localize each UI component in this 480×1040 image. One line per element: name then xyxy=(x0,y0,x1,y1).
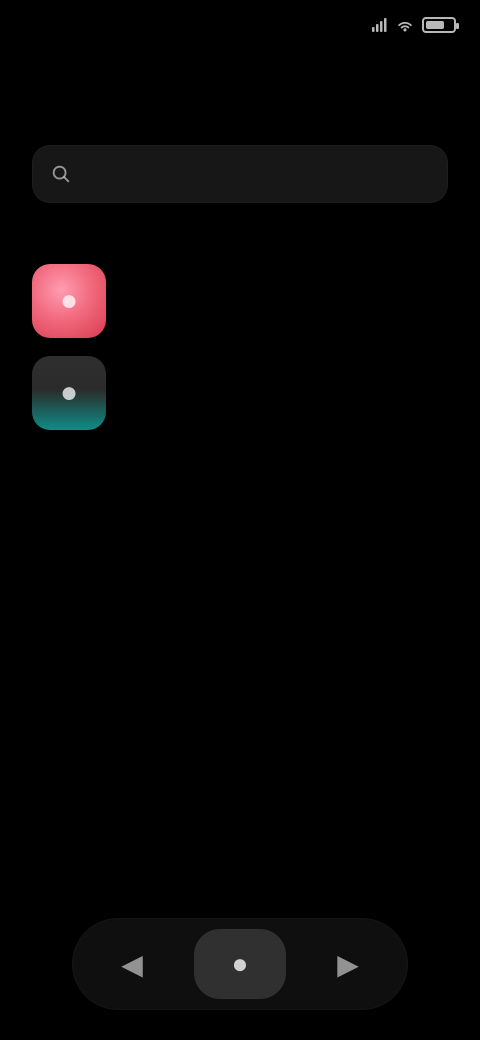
search-input[interactable] xyxy=(84,144,430,204)
list-item[interactable]: ● xyxy=(28,347,452,439)
nav-home-button[interactable]: ● xyxy=(194,929,286,999)
bottom-navigation: ◀ ● ▶ xyxy=(72,918,408,1010)
app-glyph-icon: ● xyxy=(59,376,79,409)
home-nav-icon: ● xyxy=(231,948,249,979)
status-icons xyxy=(370,16,459,34)
search-bar[interactable] xyxy=(32,144,448,204)
wifi-icon xyxy=(396,16,414,34)
app-glyph-icon: ● xyxy=(59,284,79,317)
results-list: ● ● xyxy=(28,255,452,439)
teal-app-icon[interactable]: ● xyxy=(32,356,106,430)
right-nav-icon: ▶ xyxy=(337,948,359,980)
nav-left-button[interactable]: ◀ xyxy=(100,932,164,996)
red-app-icon[interactable]: ● xyxy=(32,264,106,338)
nav-right-button[interactable]: ▶ xyxy=(316,932,380,996)
left-nav-icon: ◀ xyxy=(121,948,143,980)
battery-icon xyxy=(422,17,459,33)
signal-icon xyxy=(370,16,388,34)
search-icon xyxy=(50,163,72,185)
list-item[interactable]: ● xyxy=(28,255,452,347)
status-bar xyxy=(0,0,480,64)
battery-level-fill xyxy=(426,21,445,29)
